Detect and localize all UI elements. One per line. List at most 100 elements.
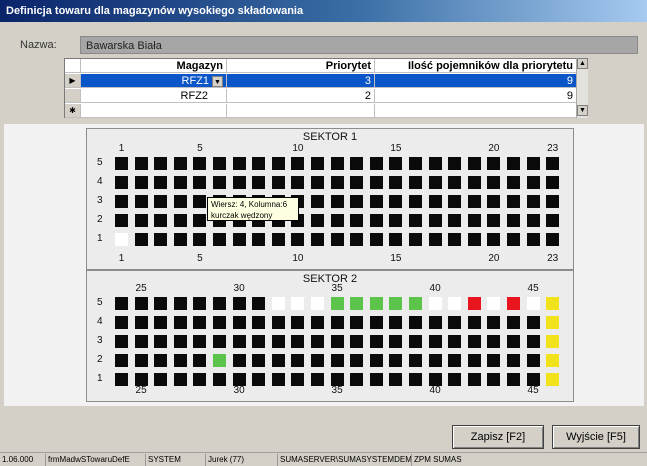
storage-cell[interactable] xyxy=(232,316,246,329)
storage-cell[interactable] xyxy=(154,316,168,329)
cell-priorytet[interactable]: 2 xyxy=(227,89,375,103)
storage-cell[interactable] xyxy=(369,233,383,246)
storage-cell[interactable] xyxy=(409,354,422,367)
grid-scrollbar[interactable]: ▲ ▼ xyxy=(576,58,588,118)
storage-cell[interactable] xyxy=(546,373,560,386)
storage-cell[interactable] xyxy=(173,233,187,246)
storage-cell[interactable] xyxy=(428,195,442,208)
storage-cell[interactable] xyxy=(350,157,364,170)
storage-cell[interactable] xyxy=(311,335,324,348)
storage-cell[interactable] xyxy=(526,297,540,310)
storage-cell[interactable] xyxy=(154,214,168,227)
storage-cell[interactable] xyxy=(467,335,481,348)
column-header-ilosc[interactable]: Ilość pojemników dla priorytetu xyxy=(375,59,577,73)
storage-cell[interactable] xyxy=(409,195,422,208)
storage-cell[interactable] xyxy=(213,335,226,348)
storage-cell[interactable] xyxy=(546,354,560,367)
storage-cell[interactable] xyxy=(115,214,128,227)
storage-cell[interactable] xyxy=(311,297,324,310)
storage-cell[interactable] xyxy=(546,297,560,310)
storage-cell[interactable] xyxy=(369,195,383,208)
storage-cell[interactable] xyxy=(546,195,560,208)
storage-cell[interactable] xyxy=(193,214,207,227)
storage-cell[interactable] xyxy=(291,233,305,246)
storage-cell[interactable] xyxy=(448,214,462,227)
scroll-up-icon[interactable]: ▲ xyxy=(577,58,588,69)
storage-cell[interactable] xyxy=(448,195,462,208)
storage-cell[interactable] xyxy=(232,176,246,189)
storage-cell[interactable] xyxy=(546,316,560,329)
storage-cell[interactable] xyxy=(448,157,462,170)
storage-cell[interactable] xyxy=(252,373,266,386)
storage-cell[interactable] xyxy=(487,176,501,189)
storage-cell[interactable] xyxy=(330,316,344,329)
storage-cell[interactable] xyxy=(213,157,226,170)
storage-cell[interactable] xyxy=(115,354,128,367)
storage-cell[interactable] xyxy=(350,373,364,386)
storage-cell[interactable] xyxy=(115,297,128,310)
storage-cell[interactable] xyxy=(173,157,187,170)
cell-ilosc[interactable]: 9 xyxy=(375,74,577,88)
storage-cell[interactable] xyxy=(193,316,207,329)
storage-cell[interactable] xyxy=(369,176,383,189)
storage-cell[interactable] xyxy=(330,214,344,227)
storage-cell[interactable] xyxy=(173,316,187,329)
storage-cell[interactable] xyxy=(271,157,285,170)
storage-cell[interactable] xyxy=(115,373,128,386)
storage-cell[interactable] xyxy=(311,176,324,189)
storage-cell[interactable] xyxy=(291,373,305,386)
storage-cell[interactable] xyxy=(134,214,148,227)
storage-cell[interactable] xyxy=(487,214,501,227)
storage-cell[interactable] xyxy=(154,354,168,367)
storage-cell[interactable] xyxy=(252,316,266,329)
storage-cell[interactable] xyxy=(193,335,207,348)
table-row[interactable]: ▶ RFZ1 ▼ 3 9 xyxy=(65,74,587,88)
storage-cell[interactable] xyxy=(291,157,305,170)
cell-magazyn[interactable]: RFZ2 xyxy=(81,89,227,103)
storage-cell[interactable] xyxy=(330,233,344,246)
storage-cell[interactable] xyxy=(448,297,462,310)
storage-cell[interactable] xyxy=(291,316,305,329)
storage-cell[interactable] xyxy=(350,195,364,208)
storage-cell[interactable] xyxy=(526,316,540,329)
cell-priorytet[interactable]: 3 xyxy=(227,74,375,88)
storage-cell[interactable] xyxy=(330,157,344,170)
storage-cell[interactable] xyxy=(154,373,168,386)
column-header-magazyn[interactable]: Magazyn xyxy=(81,59,227,73)
column-header-priorytet[interactable]: Priorytet xyxy=(227,59,375,73)
storage-cell[interactable] xyxy=(409,316,422,329)
cell-ilosc[interactable]: 9 xyxy=(375,89,577,103)
cell-ilosc[interactable] xyxy=(375,104,577,118)
storage-cell[interactable] xyxy=(154,157,168,170)
storage-cell[interactable] xyxy=(115,195,128,208)
storage-cell[interactable] xyxy=(115,157,128,170)
scroll-down-icon[interactable]: ▼ xyxy=(577,105,588,116)
storage-cell[interactable] xyxy=(389,297,403,310)
storage-cell[interactable] xyxy=(526,176,540,189)
storage-cell[interactable] xyxy=(409,297,422,310)
storage-cell[interactable] xyxy=(507,233,520,246)
storage-cell[interactable] xyxy=(526,233,540,246)
storage-cell[interactable] xyxy=(252,157,266,170)
storage-cell[interactable] xyxy=(154,176,168,189)
storage-cell[interactable] xyxy=(213,233,226,246)
storage-cell[interactable] xyxy=(428,335,442,348)
storage-cell[interactable] xyxy=(507,176,520,189)
storage-cell[interactable] xyxy=(526,335,540,348)
storage-cell[interactable] xyxy=(134,297,148,310)
exit-button[interactable]: Wyjście [F5] xyxy=(552,425,640,449)
storage-cell[interactable] xyxy=(173,354,187,367)
storage-cell[interactable] xyxy=(134,233,148,246)
storage-cell[interactable] xyxy=(546,335,560,348)
storage-cell[interactable] xyxy=(487,233,501,246)
storage-cell[interactable] xyxy=(507,195,520,208)
storage-cell[interactable] xyxy=(448,335,462,348)
storage-cell[interactable] xyxy=(173,373,187,386)
storage-cell[interactable] xyxy=(428,354,442,367)
storage-cell[interactable] xyxy=(350,297,364,310)
storage-cell[interactable] xyxy=(350,335,364,348)
storage-cell[interactable] xyxy=(193,233,207,246)
storage-cell[interactable] xyxy=(173,195,187,208)
storage-cell[interactable] xyxy=(134,335,148,348)
storage-cell[interactable] xyxy=(193,176,207,189)
